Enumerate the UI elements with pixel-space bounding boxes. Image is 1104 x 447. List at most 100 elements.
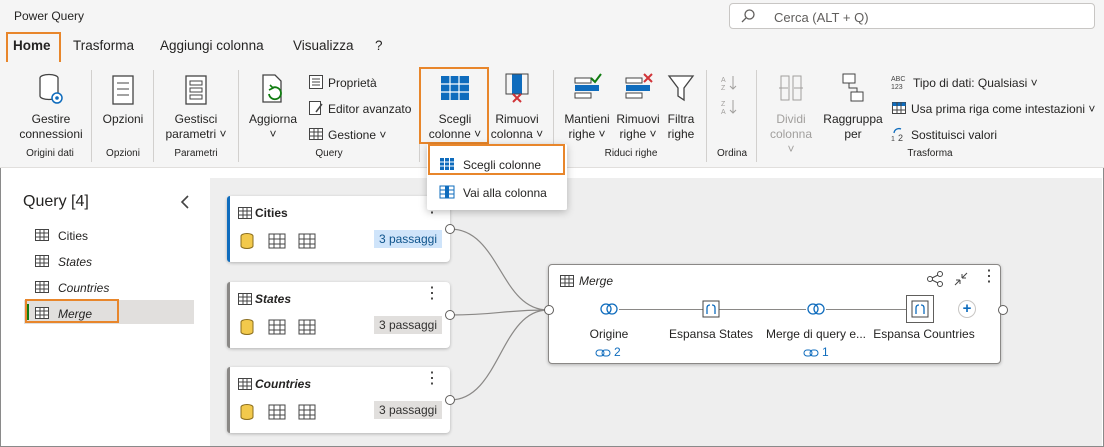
collapse-chevron-icon[interactable] [180, 195, 190, 209]
manage-connections-label-1: Gestire [31, 112, 71, 126]
merge-step-icon[interactable] [599, 301, 619, 317]
query-item-cities[interactable]: Cities [34, 227, 88, 243]
output-port[interactable] [445, 395, 455, 405]
svg-text:Z: Z [721, 85, 726, 92]
keep-rows-icon [574, 73, 602, 99]
group-by-label-2: per [844, 127, 862, 141]
query-item-countries[interactable]: Countries [34, 279, 109, 295]
queries-pane-title: Query [4] [23, 193, 89, 210]
group-by-icon [842, 73, 864, 102]
tab-view[interactable]: Visualizza [293, 38, 354, 53]
share-icon[interactable] [926, 271, 944, 287]
remove-rows-button[interactable]: Rimuovi righe ˅ [613, 72, 663, 142]
manage-label: Gestione ˅ [328, 128, 387, 142]
options-list-icon [112, 75, 134, 105]
query-card-states[interactable]: States ⋮ 3 passaggi [227, 282, 450, 348]
remove-rows-label-1: Rimuovi [616, 112, 660, 126]
filter-rows-label-2: righe [667, 127, 695, 141]
more-options-icon[interactable]: ⋮ [981, 269, 997, 285]
use-first-row-button[interactable]: Usa prima riga come intestazioni ˅ [891, 100, 1095, 116]
link-icon [803, 349, 819, 357]
step-connector-line [607, 309, 925, 310]
output-port[interactable] [445, 310, 455, 320]
options-button[interactable]: Opzioni [98, 72, 148, 127]
merge-step-icon[interactable] [806, 301, 826, 317]
query-item-label: States [58, 255, 93, 269]
search-box[interactable]: Cerca (ALT + Q) [729, 3, 1095, 29]
highlight-choose-columns-button [419, 67, 489, 144]
collapse-icon[interactable] [953, 271, 969, 287]
title-bar: Power Query Cerca (ALT + Q) [0, 0, 1104, 32]
split-column-button[interactable]: Dividi colonna ˅ [766, 72, 816, 157]
steps-badge: 3 passaggi [373, 230, 442, 248]
properties-button[interactable]: Proprietà [308, 74, 377, 90]
menu-item-go-to-column[interactable]: Vai alla colonna [439, 184, 547, 200]
diagram-canvas: Cities ⋮ 3 passaggi States ⋮ 3 passaggi … [210, 178, 1102, 446]
manage-connections-button[interactable]: Gestire connessioni [16, 72, 86, 142]
card-title: Countries [255, 377, 312, 391]
remove-columns-button[interactable]: Rimuovi colonna ˅ [488, 72, 546, 142]
go-to-column-icon [439, 185, 455, 199]
input-port[interactable] [544, 305, 554, 315]
expand-step-icon[interactable] [702, 300, 720, 318]
svg-text:123: 123 [891, 84, 903, 90]
selected-step-box[interactable] [906, 295, 934, 323]
steps-badge: 3 passaggi [373, 401, 442, 419]
group-by-label-1: Raggruppa [823, 112, 883, 126]
keep-rows-label-2: righe ˅ [568, 127, 606, 141]
properties-icon [309, 75, 323, 89]
more-options-icon[interactable]: ⋮ [424, 371, 440, 387]
database-gear-icon [39, 73, 63, 104]
step-label: Espansa States [668, 327, 754, 341]
filter-rows-button[interactable]: Filtra righe [664, 72, 698, 142]
reference-count[interactable]: 1 [803, 345, 829, 359]
add-step-icon[interactable]: + [958, 300, 976, 318]
group-by-button[interactable]: Raggruppa per [820, 72, 886, 142]
step-label: Espansa Countries [873, 327, 975, 341]
group-parameters: Parametri [174, 148, 218, 159]
tab-transform[interactable]: Trasforma [73, 38, 134, 53]
manage-connections-label-2: connessioni [19, 127, 83, 141]
merge-card[interactable]: Merge ⋮ + Origine Espansa States Merge d… [548, 264, 1001, 364]
table-icon [309, 128, 323, 140]
query-item-label: Cities [58, 229, 89, 243]
link-icon [595, 349, 611, 357]
query-card-cities[interactable]: Cities ⋮ 3 passaggi [227, 196, 450, 262]
manage-parameters-label-1: Gestisci [174, 112, 218, 126]
reference-count-value: 1 [822, 345, 829, 359]
reference-count[interactable]: 2 [595, 345, 621, 359]
svg-text:1: 1 [891, 136, 895, 142]
keep-rows-label-1: Mantieni [564, 112, 610, 126]
tab-help[interactable]: ? [375, 38, 383, 53]
svg-text:A: A [721, 77, 726, 84]
selection-bar [227, 196, 230, 262]
more-options-icon[interactable]: ⋮ [424, 286, 440, 302]
output-port[interactable] [445, 224, 455, 234]
manage-parameters-button[interactable]: Gestisci parametri ˅ [158, 72, 234, 142]
table-icon [238, 378, 252, 390]
data-type-button[interactable]: ABC 123 Tipo di dati: Qualsiasi ˅ [891, 74, 1038, 91]
advanced-editor-button[interactable]: Editor avanzato [308, 100, 411, 116]
keep-rows-button[interactable]: Mantieni righe ˅ [561, 72, 613, 142]
query-item-states[interactable]: States [34, 253, 92, 269]
manage-parameters-label-2: parametri ˅ [165, 127, 227, 141]
group-reduce-rows: Riduci righe [604, 148, 658, 159]
table-icon [238, 207, 252, 219]
merge-title: Merge [579, 274, 614, 288]
output-port[interactable] [998, 305, 1008, 315]
svg-text:2: 2 [898, 133, 903, 142]
step-label: Origine [589, 327, 629, 341]
query-card-countries[interactable]: Countries ⋮ 3 passaggi [227, 367, 450, 433]
card-title: Cities [255, 206, 288, 220]
replace-values-button[interactable]: 2 1 Sostituisci valori [891, 126, 997, 143]
highlight-choose-columns-menu-item [428, 144, 565, 175]
step-icons [240, 233, 316, 249]
remove-rows-label-2: righe ˅ [619, 127, 657, 141]
manage-button[interactable]: Gestione ˅ [308, 126, 386, 142]
refresh-icon [262, 74, 282, 103]
tab-add-column[interactable]: Aggiungi colonna [160, 38, 264, 53]
card-bar [227, 367, 230, 433]
app-title: Power Query [14, 9, 85, 23]
refresh-button[interactable]: Aggiorna ˅ [244, 72, 302, 142]
options-label: Opzioni [102, 112, 144, 126]
